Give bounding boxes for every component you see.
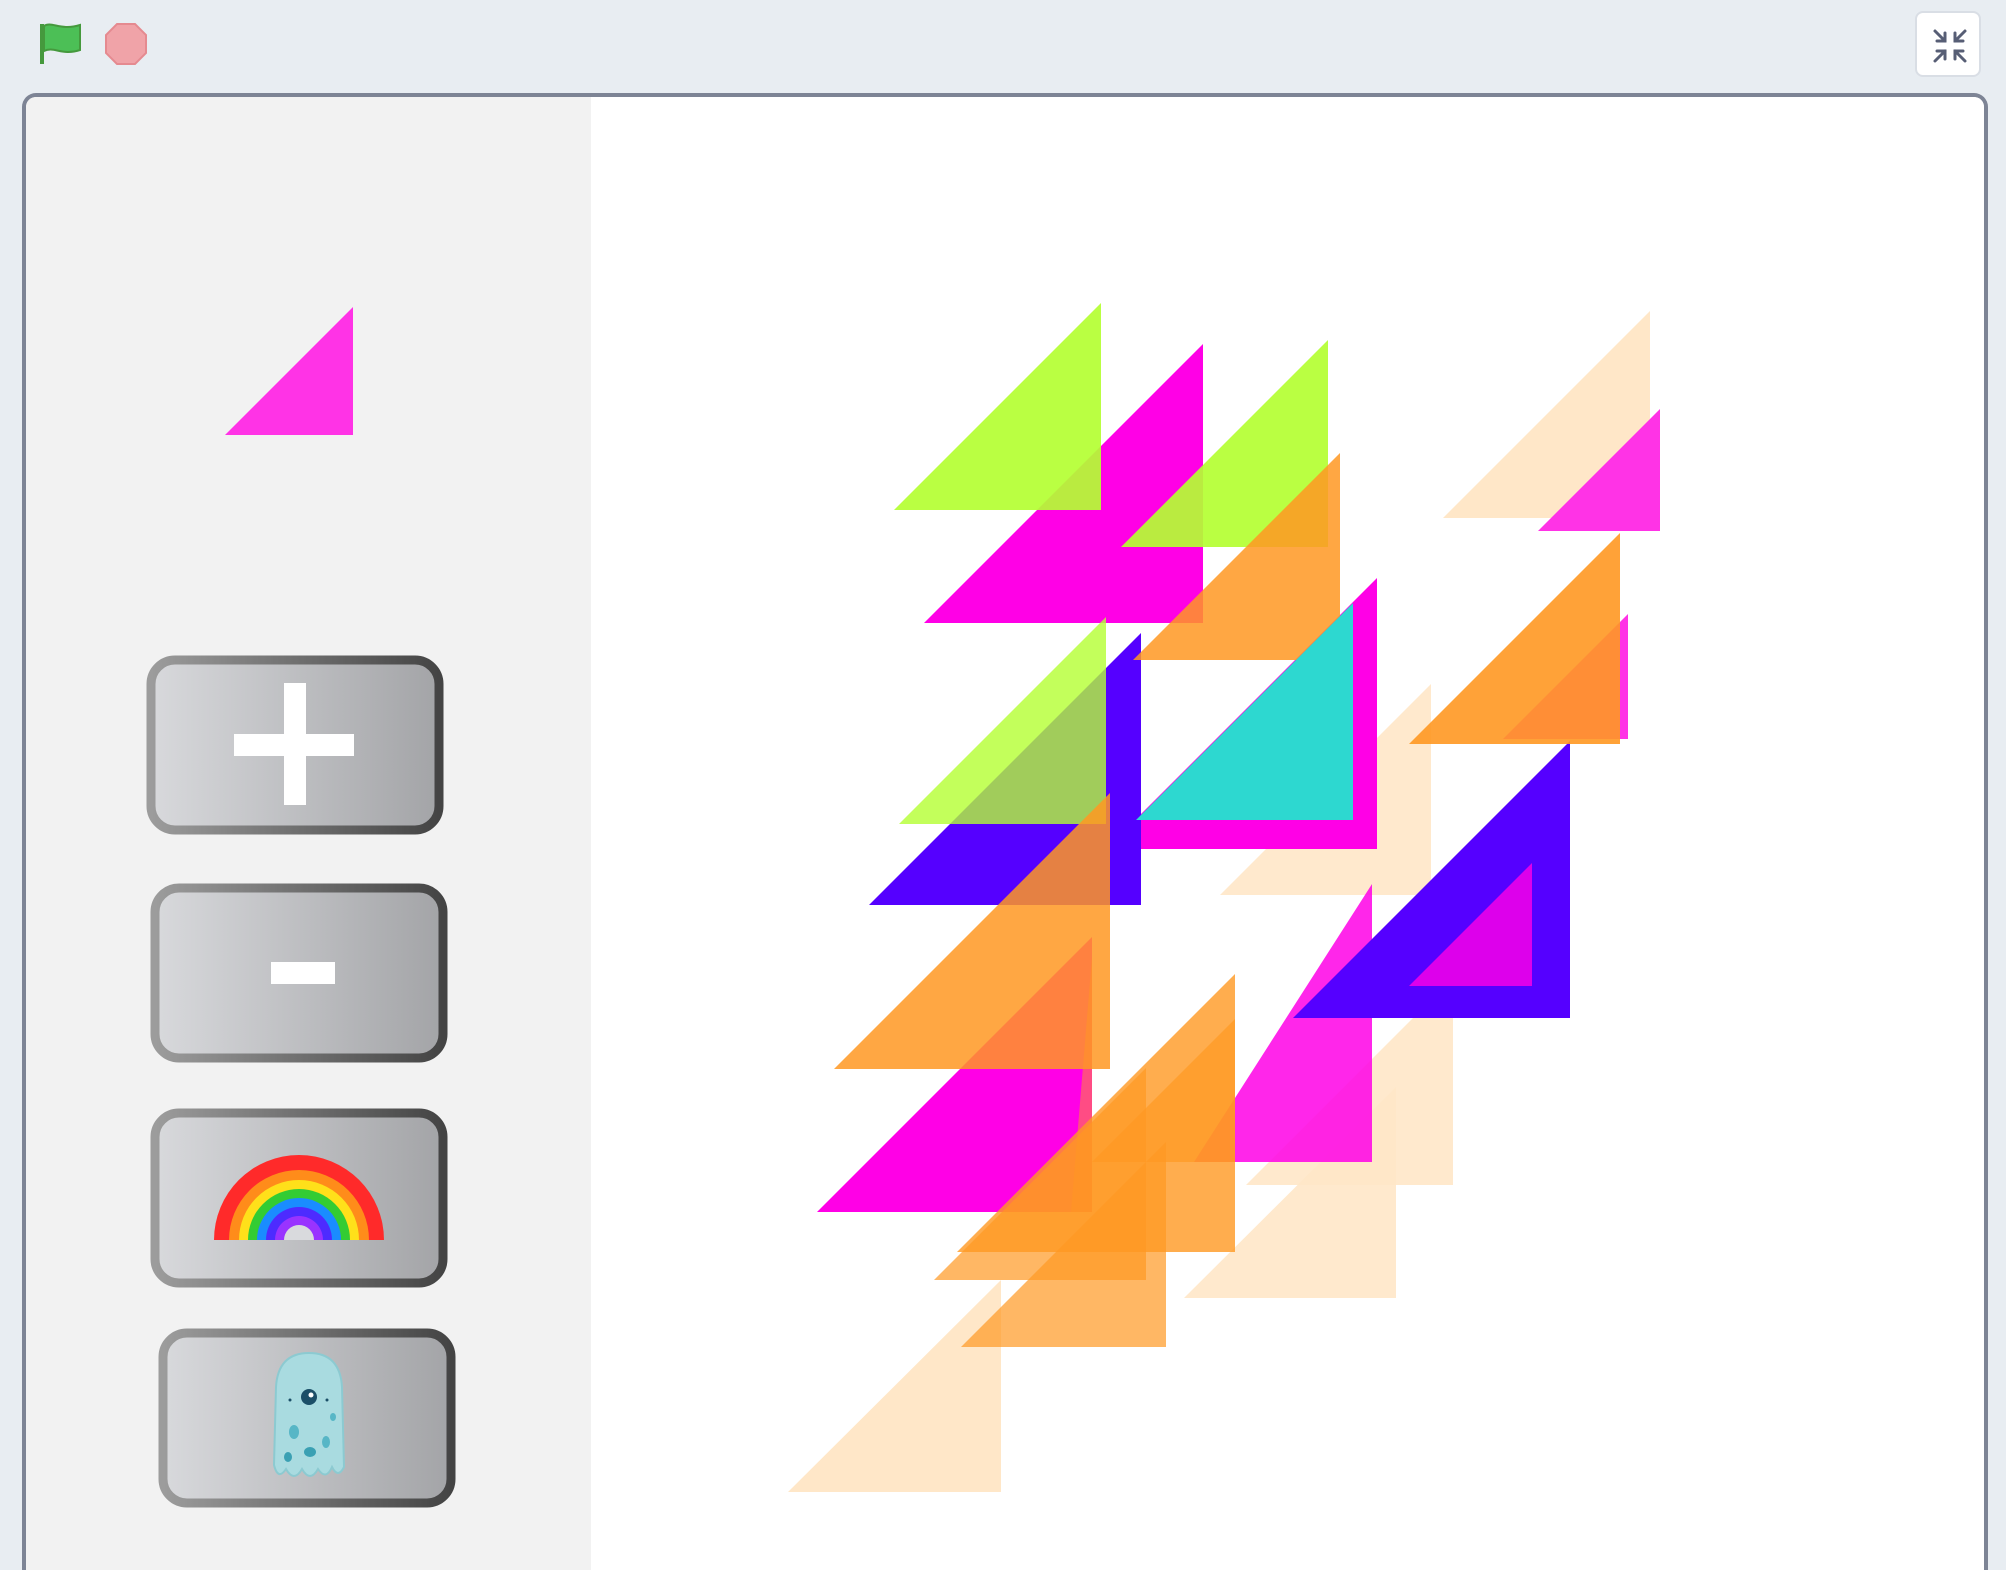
minus-icon [271, 962, 335, 984]
rainbow-button[interactable] [150, 1108, 448, 1288]
plus-button[interactable] [146, 655, 444, 835]
stage-header [0, 0, 2006, 88]
stop-sign-icon[interactable] [100, 18, 152, 70]
exit-fullscreen-button[interactable] [1915, 11, 1981, 77]
ghost-monster-icon [272, 1351, 346, 1477]
minus-button[interactable] [150, 883, 448, 1063]
ghost-button[interactable] [158, 1328, 456, 1508]
stage[interactable] [22, 93, 1988, 1570]
green-flag-icon[interactable] [34, 18, 86, 70]
exit-fullscreen-icon [1933, 29, 1967, 63]
stage-canvas[interactable] [26, 97, 1984, 1570]
